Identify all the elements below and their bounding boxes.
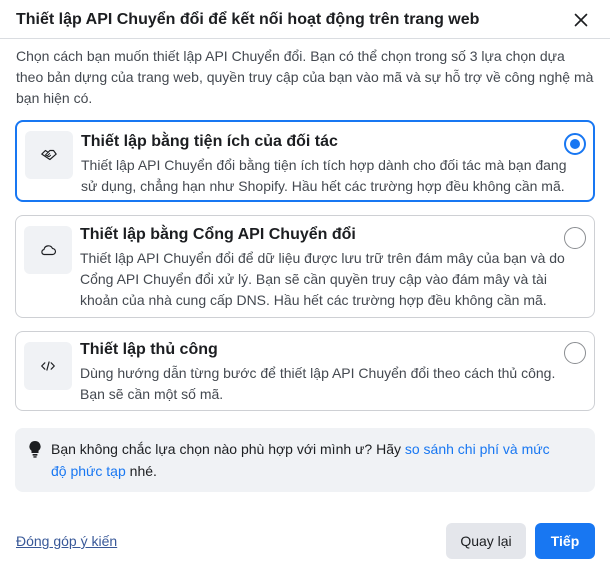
option-partner-integration[interactable]: Thiết lập bằng tiện ích của đối tác Thiế… [15, 120, 595, 202]
handshake-icon [25, 131, 73, 179]
help-tip: Bạn không chắc lựa chọn nào phù hợp với … [15, 428, 595, 492]
dialog-description: Chọn cách bạn muốn thiết lập API Chuyển … [16, 48, 594, 106]
close-icon [574, 13, 588, 27]
option-radio-gateway[interactable] [564, 227, 586, 249]
tip-text-before: Bạn không chắc lựa chọn nào phù hợp với … [51, 441, 405, 457]
header-divider [0, 38, 610, 39]
option-description: Thiết lập API Chuyển đổi để dữ liệu được… [80, 250, 565, 308]
tip-text: Bạn không chắc lựa chọn nào phù hợp với … [51, 438, 565, 482]
dialog-title: Thiết lập API Chuyển đổi để kết nối hoạt… [16, 11, 480, 28]
dialog-header: Thiết lập API Chuyển đổi để kết nối hoạt… [16, 10, 594, 32]
option-description: Thiết lập API Chuyển đổi bằng tiện ích t… [81, 157, 567, 194]
next-button[interactable]: Tiếp [535, 523, 595, 559]
close-button[interactable] [570, 9, 592, 31]
option-radio-partner[interactable] [564, 133, 586, 155]
option-manual[interactable]: Thiết lập thủ công Dùng hướng dẫn từng b… [15, 331, 595, 411]
code-icon [24, 342, 72, 390]
feedback-link[interactable]: Đóng góp ý kiến [16, 532, 117, 550]
back-button[interactable]: Quay lại [446, 523, 526, 559]
option-title: Thiết lập thủ công [80, 341, 218, 358]
option-title: Thiết lập bằng Cổng API Chuyển đổi [80, 226, 356, 243]
option-radio-manual[interactable] [564, 342, 586, 364]
option-description: Dùng hướng dẫn từng bước để thiết lập AP… [80, 365, 556, 402]
tip-text-after: nhé. [125, 463, 157, 479]
option-gateway[interactable]: Thiết lập bằng Cổng API Chuyển đổi Thiết… [15, 215, 595, 318]
lightbulb-icon [29, 440, 41, 458]
cloud-icon [24, 226, 72, 274]
option-title: Thiết lập bằng tiện ích của đối tác [81, 133, 338, 150]
